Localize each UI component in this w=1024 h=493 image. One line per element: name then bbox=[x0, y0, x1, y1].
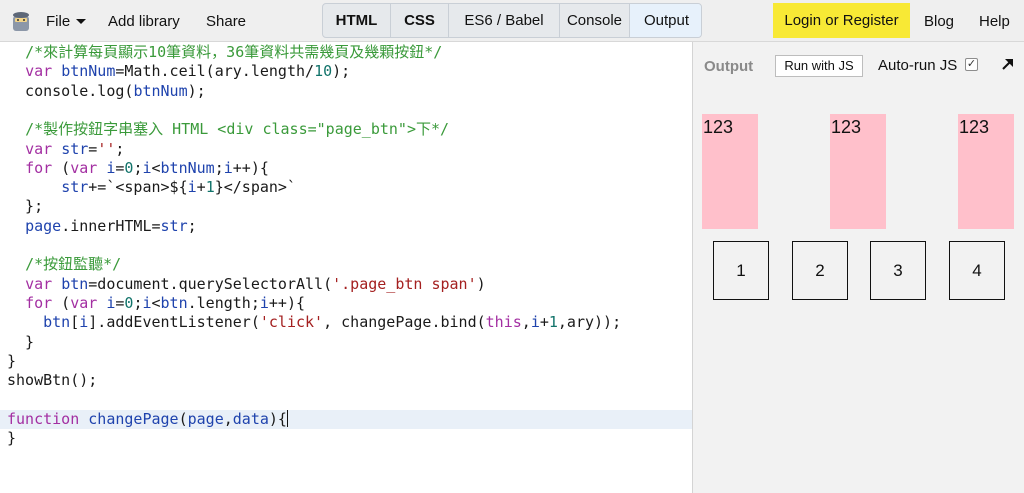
page-button-3[interactable]: 3 bbox=[870, 241, 926, 300]
expand-arrow-icon[interactable] bbox=[1000, 56, 1016, 72]
login-register-button[interactable]: Login or Register bbox=[773, 3, 910, 38]
share-menu[interactable]: Share bbox=[206, 0, 246, 42]
code-line[interactable] bbox=[0, 390, 692, 409]
code-line[interactable]: page.innerHTML=str; bbox=[0, 217, 692, 236]
code-line[interactable]: for (var i=0;i<btn.length;i++){ bbox=[0, 294, 692, 313]
code-line[interactable]: var btn=document.querySelectorAll('.page… bbox=[0, 275, 692, 294]
text-cursor bbox=[286, 409, 288, 427]
data-box: 123 bbox=[958, 114, 1014, 229]
code-line[interactable]: } bbox=[0, 429, 692, 448]
code-line[interactable]: var btnNum=Math.ceil(ary.length/10); bbox=[0, 62, 692, 81]
panel-tabs: HTML CSS ES6 / Babel Console Output bbox=[322, 3, 702, 38]
code-line[interactable] bbox=[0, 236, 692, 255]
auto-run-label: Auto-run JS bbox=[878, 57, 958, 74]
code-line[interactable]: /*來計算每頁顯示10筆資料，36筆資料共需幾頁及幾顆按鈕*/ bbox=[0, 43, 692, 62]
tab-html[interactable]: HTML bbox=[323, 4, 391, 37]
help-link[interactable]: Help bbox=[979, 0, 1010, 42]
code-line[interactable]: var str=''; bbox=[0, 140, 692, 159]
output-panel: Output Run with JS Auto-run JS ✓ 123 123… bbox=[693, 42, 1024, 493]
data-box: 123 bbox=[830, 114, 886, 229]
code-line[interactable]: /*按鈕監聽*/ bbox=[0, 255, 692, 274]
page-button-1[interactable]: 1 bbox=[713, 241, 769, 300]
code-line[interactable]: } bbox=[0, 333, 692, 352]
code-line[interactable]: } bbox=[0, 352, 692, 371]
tab-css[interactable]: CSS bbox=[391, 4, 449, 37]
file-menu[interactable]: File bbox=[46, 0, 87, 42]
output-label: Output bbox=[704, 58, 754, 75]
tab-es6-babel[interactable]: ES6 / Babel bbox=[449, 4, 560, 37]
code-line[interactable]: }; bbox=[0, 197, 692, 216]
page-button-2[interactable]: 2 bbox=[792, 241, 848, 300]
file-menu-label: File bbox=[46, 13, 71, 30]
data-box: 123 bbox=[702, 114, 758, 229]
add-library-menu[interactable]: Add library bbox=[108, 0, 180, 42]
tab-console[interactable]: Console bbox=[560, 4, 630, 37]
code-line-active[interactable]: function changePage(page,data){ bbox=[0, 409, 692, 429]
js-editor[interactable]: /*來計算每頁顯示10筆資料，36筆資料共需幾頁及幾顆按鈕*/ var btnN… bbox=[0, 42, 692, 493]
code-line[interactable]: showBtn(); bbox=[0, 371, 692, 390]
auto-run-checkbox[interactable]: ✓ bbox=[965, 58, 978, 71]
tab-output[interactable]: Output bbox=[630, 4, 701, 37]
page-button-4[interactable]: 4 bbox=[949, 241, 1005, 300]
chevron-down-icon bbox=[76, 19, 87, 24]
code-line[interactable]: for (var i=0;i<btnNum;i++){ bbox=[0, 159, 692, 178]
jsbin-logo-icon[interactable] bbox=[10, 9, 32, 33]
blog-link[interactable]: Blog bbox=[924, 0, 954, 42]
code-line[interactable]: str+=`<span>${i+1}</span>` bbox=[0, 178, 692, 197]
top-bar: File Add library Share HTML CSS ES6 / Ba… bbox=[0, 0, 1024, 42]
code-line[interactable]: /*製作按鈕字串塞入 HTML <div class="page_btn">下*… bbox=[0, 120, 692, 139]
code-line[interactable]: btn[i].addEventListener('click', changeP… bbox=[0, 313, 692, 332]
run-with-js-button[interactable]: Run with JS bbox=[775, 55, 863, 77]
code-line[interactable] bbox=[0, 101, 692, 120]
code-line[interactable]: console.log(btnNum); bbox=[0, 82, 692, 101]
